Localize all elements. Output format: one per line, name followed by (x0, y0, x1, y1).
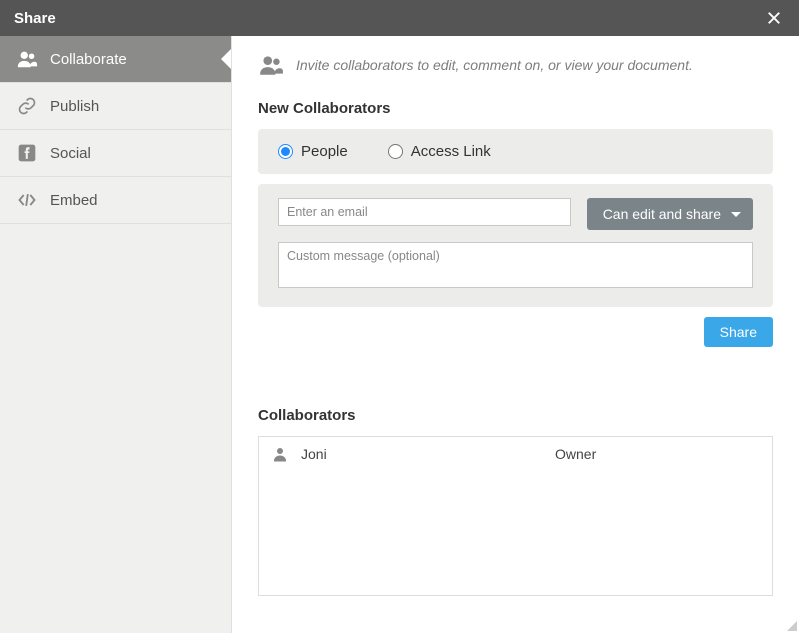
dialog-title: Share (14, 10, 56, 27)
link-icon (16, 95, 38, 117)
radio-access-link-label: Access Link (411, 143, 491, 160)
radio-panel: People Access Link (258, 129, 773, 174)
radio-people-label: People (301, 143, 348, 160)
new-collaborators-heading: New Collaborators (258, 100, 773, 117)
intro-text: Invite collaborators to edit, comment on… (296, 57, 693, 73)
tab-label: Publish (50, 98, 99, 115)
people-icon (258, 52, 284, 78)
share-button[interactable]: Share (704, 317, 773, 347)
tab-label: Collaborate (50, 51, 127, 68)
facebook-icon (16, 142, 38, 164)
radio-people-input[interactable] (278, 144, 293, 159)
resize-grip-icon[interactable] (787, 621, 797, 631)
email-field[interactable] (278, 198, 571, 226)
person-icon (271, 445, 289, 463)
custom-message-field[interactable] (278, 242, 753, 288)
collaborator-role: Owner (555, 446, 596, 462)
tab-publish[interactable]: Publish (0, 83, 231, 130)
radio-access-link-input[interactable] (388, 144, 403, 159)
invite-panel: Can edit and share (258, 184, 773, 307)
tab-social[interactable]: Social (0, 130, 231, 177)
collaborator-name: Joni (301, 446, 327, 462)
collaborators-heading: Collaborators (258, 407, 773, 424)
code-icon (16, 189, 38, 211)
tab-label: Embed (50, 192, 98, 209)
collaborator-row: Joni Owner (259, 437, 772, 471)
tab-embed[interactable]: Embed (0, 177, 231, 224)
radio-access-link[interactable]: Access Link (388, 143, 491, 160)
permission-label: Can edit and share (603, 206, 721, 222)
tab-label: Social (50, 145, 91, 162)
radio-people[interactable]: People (278, 143, 348, 160)
people-icon (16, 48, 38, 70)
tab-collaborate[interactable]: Collaborate (0, 36, 231, 83)
collaborators-list: Joni Owner (258, 436, 773, 596)
close-icon[interactable] (763, 7, 785, 29)
permission-dropdown[interactable]: Can edit and share (587, 198, 753, 230)
chevron-down-icon (731, 212, 741, 217)
